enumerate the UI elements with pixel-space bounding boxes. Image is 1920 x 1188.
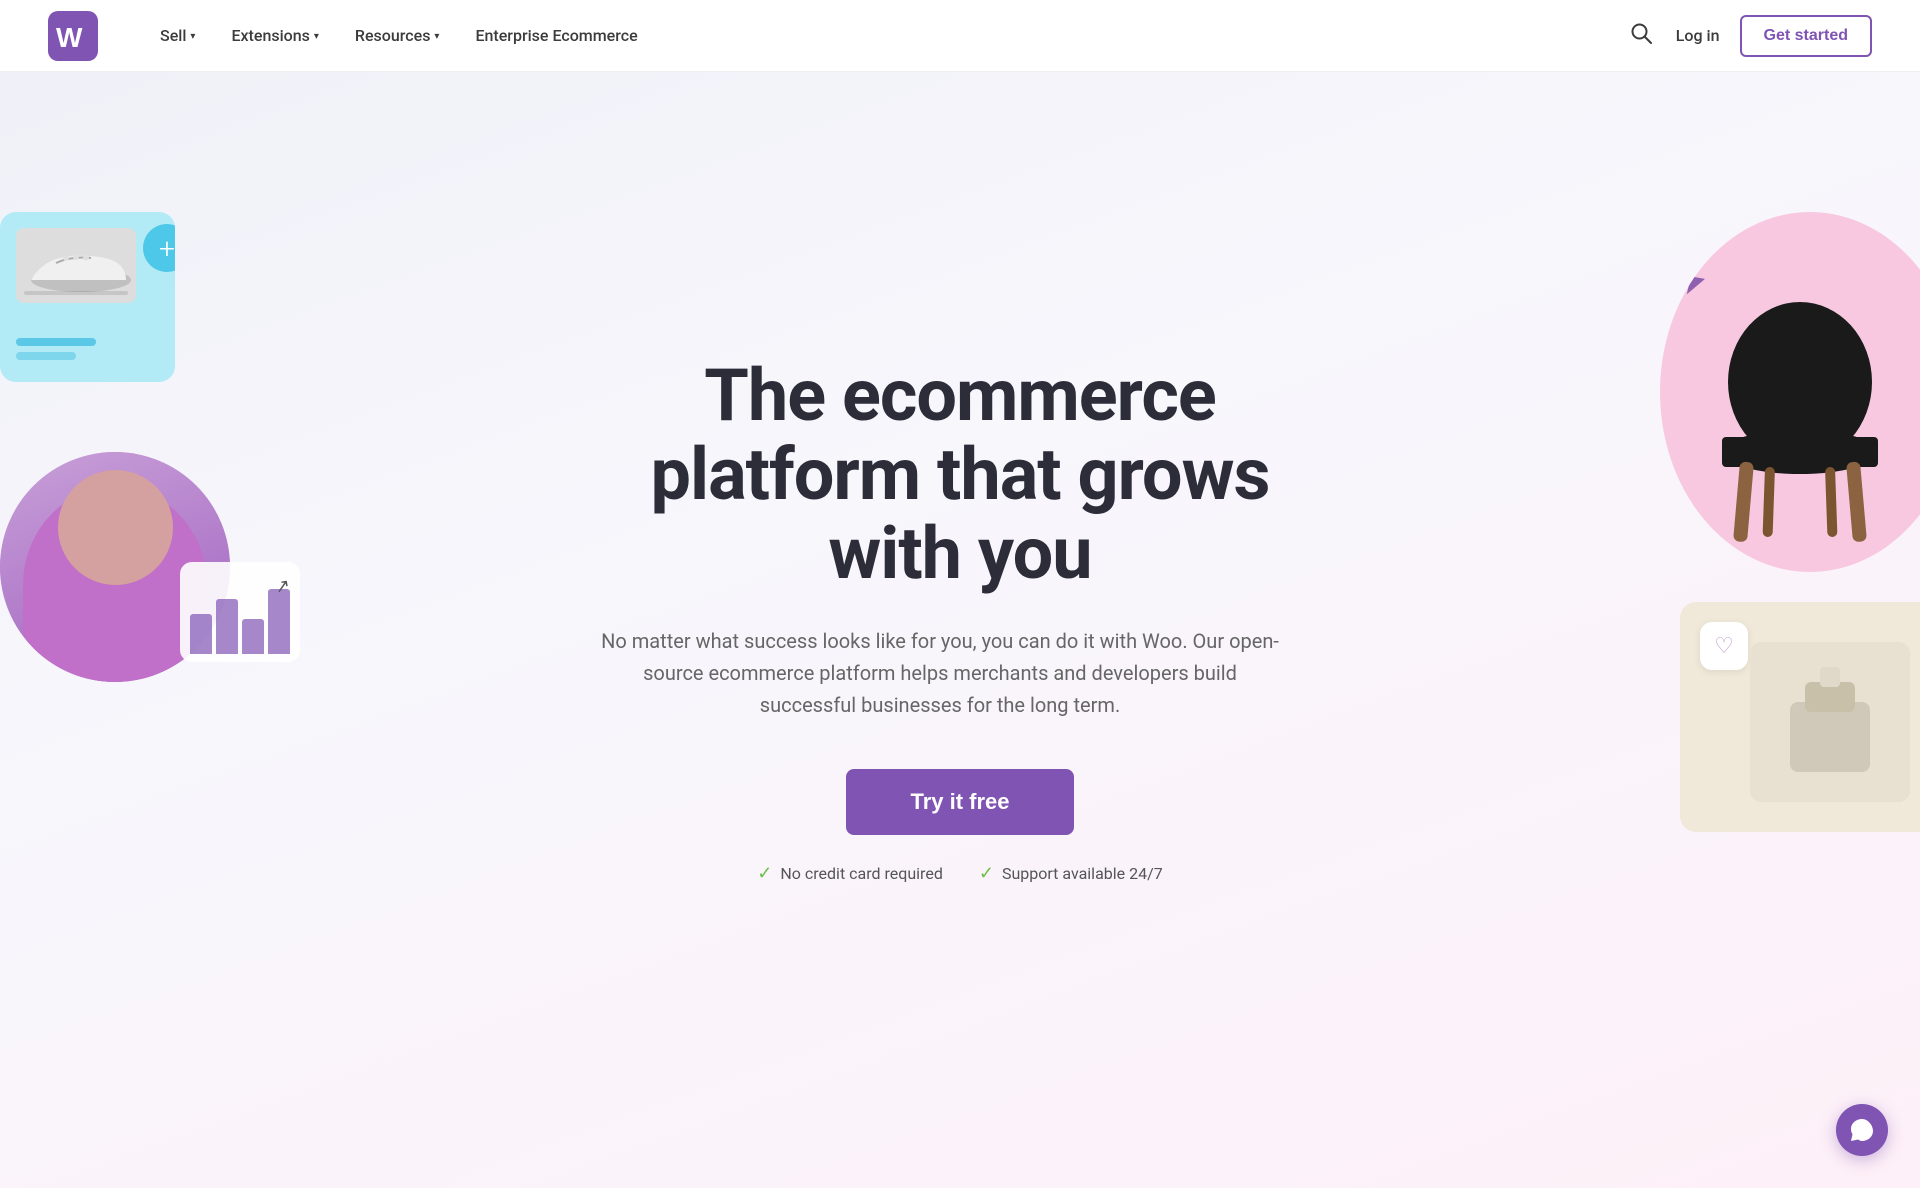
support-badge: ✓ Support available 24/7 (979, 863, 1163, 884)
chart-bar (216, 599, 238, 654)
chart-bar (242, 619, 264, 654)
chevron-down-icon: ▾ (190, 31, 195, 42)
try-free-button[interactable]: Try it free (846, 769, 1073, 835)
deco-product-right: ♡ (1680, 602, 1920, 832)
no-credit-card-badge: ✓ No credit card required (757, 863, 943, 884)
deco-right-top: ➤ (1640, 212, 1920, 572)
svg-text:W: W (56, 22, 83, 53)
deco-product-card: + (0, 212, 175, 382)
deco-bar-2 (16, 352, 76, 360)
deco-chart-card: ↗ (180, 562, 300, 662)
hero-section: + ↗ ➤ ♡ (0, 72, 1920, 1188)
chart-trend-icon: ↗ (273, 575, 292, 598)
chat-bubble-button[interactable] (1836, 1104, 1888, 1156)
deco-plus-icon: + (143, 224, 175, 272)
chart-bar (190, 614, 212, 654)
check-icon: ✓ (757, 863, 772, 884)
deco-soap-image (1750, 642, 1910, 802)
deco-heart-icon: ♡ (1700, 622, 1748, 670)
deco-sneaker-image (16, 228, 136, 303)
navbar: W Sell ▾ Extensions ▾ Resources ▾ Enterp… (0, 0, 1920, 72)
nav-enterprise[interactable]: Enterprise Ecommerce (461, 18, 651, 53)
chevron-down-icon: ▾ (434, 31, 439, 42)
chevron-down-icon: ▾ (314, 31, 319, 42)
check-icon: ✓ (979, 863, 994, 884)
hero-title: The ecommerce platform that grows with y… (600, 356, 1320, 594)
nav-links: Sell ▾ Extensions ▾ Resources ▾ Enterpri… (146, 18, 1626, 53)
hero-badges: ✓ No credit card required ✓ Support avai… (600, 863, 1320, 884)
hero-subtitle: No matter what success looks like for yo… (600, 625, 1280, 721)
search-button[interactable] (1626, 18, 1656, 54)
support-label: Support available 24/7 (1002, 864, 1163, 883)
logo[interactable]: W (48, 11, 98, 61)
nav-right: Log in Get started (1626, 15, 1872, 57)
no-credit-card-label: No credit card required (780, 864, 942, 883)
nav-sell[interactable]: Sell ▾ (146, 18, 209, 53)
get-started-button[interactable]: Get started (1740, 15, 1872, 57)
chart-bar (268, 589, 290, 654)
login-link[interactable]: Log in (1676, 26, 1720, 45)
nav-resources[interactable]: Resources ▾ (341, 18, 454, 53)
hero-content: The ecommerce platform that grows with y… (600, 356, 1320, 885)
nav-extensions[interactable]: Extensions ▾ (217, 18, 332, 53)
deco-bar-1 (16, 338, 96, 346)
deco-chair (1700, 252, 1900, 552)
